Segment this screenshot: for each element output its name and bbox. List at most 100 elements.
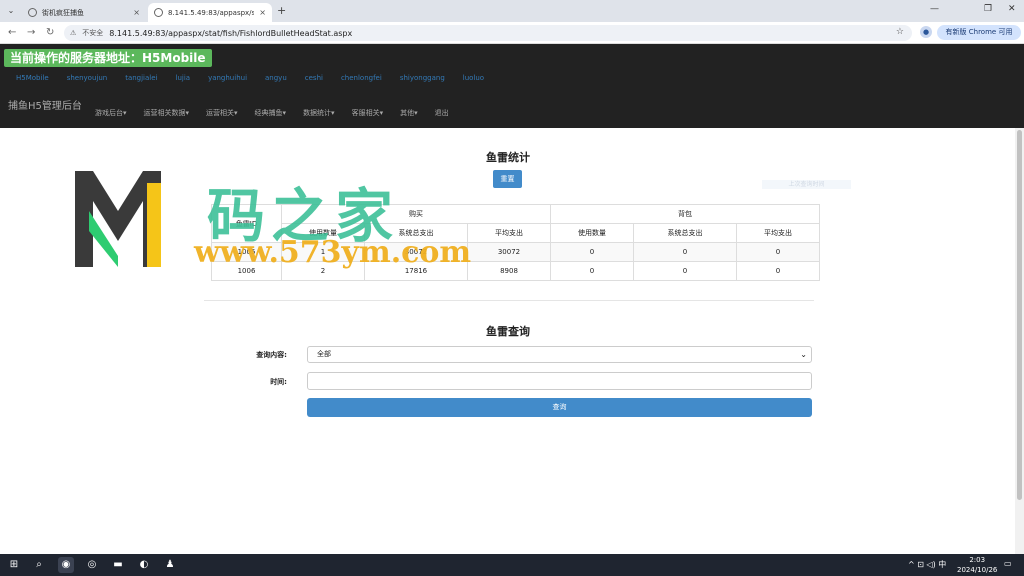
close-icon[interactable]: × <box>259 8 266 17</box>
scrollbar[interactable] <box>1015 128 1024 554</box>
cell: 0 <box>735 242 821 262</box>
cell: 0 <box>632 261 737 281</box>
stats-title: 鱼雷统计 <box>486 151 530 164</box>
content-select[interactable]: 全部 ⌄ <box>307 346 812 363</box>
server-link[interactable]: luoluo <box>463 74 484 82</box>
chrome-icon[interactable]: ◉ <box>58 557 74 573</box>
server-link[interactable]: chenlongfei <box>341 74 382 82</box>
profile-icon[interactable]: ● <box>920 26 932 38</box>
menu-item[interactable]: 客服相关▾ <box>352 108 384 118</box>
table-row: 1006 2 17816 8908 0 0 0 <box>211 261 821 281</box>
address-bar[interactable]: ⚠ 不安全 8.141.5.49:83/appaspx/stat/fish/Fi… <box>64 25 912 41</box>
navbar: 当前操作的服务器地址：H5Mobile H5Mobile shenyoujun … <box>0 44 1024 128</box>
content-label: 查询内容: <box>256 351 287 359</box>
cell: 30072 <box>467 242 551 262</box>
menu-item[interactable]: 数据统计▾ <box>303 108 335 118</box>
new-tab-button[interactable]: + <box>277 4 286 17</box>
time-input[interactable] <box>307 372 812 390</box>
query-button[interactable]: 查询 <box>307 398 812 417</box>
url-text: 8.141.5.49:83/appaspx/stat/fish/Fishlord… <box>109 28 353 38</box>
time-label: 时间: <box>270 378 287 386</box>
faint-label: 上次查询时间 <box>762 180 851 189</box>
scrollbar-thumb[interactable] <box>1017 130 1022 500</box>
site-icon <box>28 8 37 17</box>
clock-date: 2024/10/26 <box>957 566 998 574</box>
server-badge: 当前操作的服务器地址：H5Mobile <box>4 49 212 67</box>
menu-item[interactable]: 游戏后台▾ <box>95 108 127 118</box>
reset-button[interactable]: 重置 <box>493 170 522 188</box>
tab-title: 8.141.5.49:83/appaspx/stat/f <box>168 8 255 17</box>
back-icon[interactable]: ← <box>8 27 16 38</box>
col-header: 平均支出 <box>467 223 551 243</box>
cell: 17816 <box>363 261 469 281</box>
table-row: 1005 1 30072 30072 0 0 0 <box>211 242 821 262</box>
not-secure-icon: ⚠ <box>70 29 77 37</box>
menu-item[interactable]: 其他▾ <box>400 108 418 118</box>
header-group-bag: 背包 <box>549 204 821 224</box>
clock-time: 2:03 <box>969 556 986 564</box>
browser-icon[interactable]: ◐ <box>136 557 152 573</box>
server-link[interactable]: yanghuihui <box>208 74 247 82</box>
clock: 2:03 2024/10/26 <box>957 555 997 575</box>
notification-icon[interactable]: ▭ <box>1004 559 1012 568</box>
cell: 0 <box>549 261 634 281</box>
taskbar: ⊞ ⌕ ◉ ◎ ▬ ◐ ♟ ^ ⊡ ◁) 中 2:03 2024/10/26 ▭ <box>0 554 1024 576</box>
chat-icon[interactable]: ♟ <box>162 557 178 573</box>
browser-tab-active[interactable]: 8.141.5.49:83/appaspx/stat/f × <box>148 3 272 22</box>
menu-item-logout[interactable]: 退出 <box>435 108 449 118</box>
menu-item[interactable]: 运营相关▾ <box>206 108 238 118</box>
close-window-button[interactable]: ✕ <box>1008 4 1016 14</box>
cell: 0 <box>735 261 821 281</box>
chevron-down-icon: ⌄ <box>800 350 807 359</box>
main-menu: 游戏后台▾ 运营相关数据▾ 运营相关▾ 经典捕鱼▾ 数据统计▾ 客服相关▾ 其他… <box>95 108 466 118</box>
cell: 0 <box>549 242 634 262</box>
tab-title: 街机疯狂捕鱼 <box>42 8 84 17</box>
server-links: H5Mobile shenyoujun tangjialei lujia yan… <box>16 74 502 82</box>
browser-tabbar: ⌄ 街机疯狂捕鱼 × 8.141.5.49:83/appaspx/stat/f … <box>0 0 1024 22</box>
select-value: 全部 <box>317 350 331 358</box>
bookmark-star-icon[interactable]: ☆ <box>896 27 904 37</box>
menu-item[interactable]: 运营相关数据▾ <box>144 108 190 118</box>
restore-button[interactable]: ❐ <box>984 4 992 14</box>
not-secure-label: 不安全 <box>82 29 104 37</box>
server-link[interactable]: lujia <box>176 74 191 82</box>
cell: 1 <box>281 242 365 262</box>
browser-tab[interactable]: 街机疯狂捕鱼 × <box>22 3 146 22</box>
server-link[interactable]: shenyoujun <box>67 74 108 82</box>
cell: 8908 <box>467 261 551 281</box>
server-link[interactable]: shiyonggang <box>400 74 445 82</box>
web-page: 当前操作的服务器地址：H5Mobile H5Mobile shenyoujun … <box>0 44 1024 554</box>
tab-search-icon[interactable]: ⌄ <box>5 5 17 17</box>
brand-title[interactable]: 捕鱼H5管理后台 <box>8 97 82 112</box>
windows-start-icon[interactable]: ⊞ <box>6 557 22 573</box>
server-link[interactable]: angyu <box>265 74 287 82</box>
folder-icon[interactable]: ▬ <box>110 557 126 573</box>
update-chrome-button[interactable]: 有新版 Chrome 可用 <box>937 25 1021 40</box>
col-header: 使用数量 <box>281 223 365 243</box>
cell: 2 <box>281 261 365 281</box>
server-link[interactable]: ceshi <box>305 74 323 82</box>
app-icon[interactable]: ◎ <box>84 557 100 573</box>
reload-icon[interactable]: ↻ <box>46 27 54 38</box>
stats-table: 鱼雷ID 购买 背包 使用数量 系统总支出 平均支出 使用数量 系统总支出 平均… <box>211 204 821 281</box>
col-header: 系统总支出 <box>363 223 469 243</box>
cell: 30072 <box>363 242 469 262</box>
tray-icons[interactable]: ^ ⊡ ◁) 中 <box>908 559 946 570</box>
server-link[interactable]: tangjialei <box>125 74 157 82</box>
divider <box>204 300 814 301</box>
menu-item[interactable]: 经典捕鱼▾ <box>255 108 287 118</box>
col-header: 系统总支出 <box>632 223 737 243</box>
cell: 0 <box>632 242 737 262</box>
close-icon[interactable]: × <box>133 8 140 17</box>
header-id: 鱼雷ID <box>211 204 282 243</box>
query-title: 鱼雷查询 <box>486 325 530 338</box>
minimize-button[interactable]: — <box>930 4 939 14</box>
col-header: 使用数量 <box>549 223 634 243</box>
browser-toolbar: ← → ↻ ⚠ 不安全 8.141.5.49:83/appaspx/stat/f… <box>0 22 1024 44</box>
search-icon[interactable]: ⌕ <box>31 557 47 573</box>
globe-icon <box>154 8 163 17</box>
cell: 1006 <box>211 261 282 281</box>
forward-icon[interactable]: → <box>27 27 35 38</box>
header-group-buy: 购买 <box>281 204 551 224</box>
server-link[interactable]: H5Mobile <box>16 74 49 82</box>
